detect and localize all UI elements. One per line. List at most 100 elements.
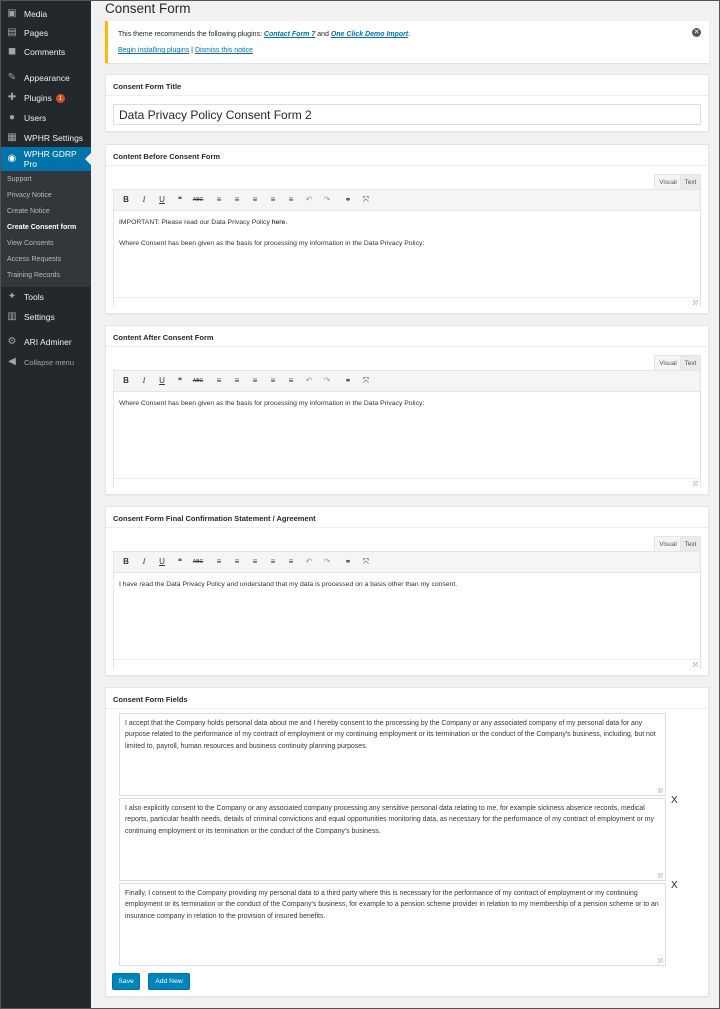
italic-button[interactable]: I <box>137 374 151 388</box>
menu-wphr-settings[interactable]: ▦ WPHR Settings <box>1 128 91 148</box>
bold-button[interactable]: B <box>119 555 133 569</box>
submenu-create-notice[interactable]: Create Notice <box>7 208 50 215</box>
current-menu-arrow <box>85 153 91 165</box>
editor-toolbar: B I U ❝ ABC ≡ ≡ ≡ ≡ ≡ ↶ ↷ ⚭ ⤧ <box>114 190 700 211</box>
align-left-button[interactable]: ≡ <box>248 193 262 207</box>
bullet-list-button[interactable]: ≡ <box>212 193 226 207</box>
box-divider <box>106 165 708 166</box>
redo-button[interactable]: ↷ <box>320 555 334 569</box>
link-button[interactable]: ⚭ <box>341 374 355 388</box>
consent-field-textarea[interactable]: Finally, I consent to the Company provid… <box>119 883 666 966</box>
italic-button[interactable]: I <box>137 193 151 207</box>
align-right-button[interactable]: ≡ <box>284 193 298 207</box>
underline-button[interactable]: U <box>155 555 169 569</box>
tab-visual[interactable]: Visual <box>654 355 682 371</box>
consent-field-textarea[interactable]: I also explicitly consent to the Company… <box>119 798 666 881</box>
tab-text[interactable]: Text <box>680 174 701 190</box>
collapse-menu-button[interactable]: ◀ Collapse menu <box>1 352 91 372</box>
submenu-support[interactable]: Support <box>7 176 32 183</box>
bold-button[interactable]: B <box>119 193 133 207</box>
menu-tools[interactable]: ✦ Tools <box>1 287 91 307</box>
align-left-button[interactable]: ≡ <box>248 555 262 569</box>
tab-visual[interactable]: Visual <box>654 174 682 190</box>
menu-appearance[interactable]: ✎ Appearance <box>1 68 91 88</box>
resize-handle[interactable] <box>658 958 663 963</box>
strikethrough-button[interactable]: ABC <box>191 193 205 207</box>
underline-button[interactable]: U <box>155 374 169 388</box>
editor-content[interactable]: Where Consent has been given as the basi… <box>114 392 700 488</box>
contact-form-7-link[interactable]: Contact Form 7 <box>264 31 315 38</box>
resize-handle[interactable] <box>658 788 663 793</box>
resize-handle[interactable] <box>693 300 698 305</box>
undo-button[interactable]: ↶ <box>302 555 316 569</box>
fullscreen-button[interactable]: ⤧ <box>359 555 373 569</box>
align-right-button[interactable]: ≡ <box>284 374 298 388</box>
menu-comments[interactable]: ◼ Comments <box>1 42 91 62</box>
menu-media[interactable]: ▣ Media <box>1 4 91 24</box>
begin-installing-plugins-link[interactable]: Begin installing plugins <box>118 47 189 54</box>
fullscreen-button[interactable]: ⤧ <box>359 374 373 388</box>
submenu-access-requests[interactable]: Access Requests <box>7 256 61 263</box>
submenu-privacy-notice[interactable]: Privacy Notice <box>7 192 52 199</box>
strikethrough-button[interactable]: ABC <box>191 374 205 388</box>
consent-field-textarea[interactable]: I accept that the Company holds personal… <box>119 713 666 796</box>
menu-wphr-gdrp-pro[interactable]: ◉ WPHR GDRP Pro <box>1 147 91 171</box>
blockquote-button[interactable]: ❝ <box>173 555 187 569</box>
content-before-editor: B I U ❝ ABC ≡ ≡ ≡ ≡ ≡ ↶ ↷ ⚭ ⤧ IMPORTANT:… <box>113 189 701 307</box>
consent-field-text: I accept that the Company holds personal… <box>125 720 656 750</box>
add-new-button[interactable]: Add New <box>148 973 190 990</box>
menu-pages[interactable]: ▤ Pages <box>1 23 91 43</box>
bold-button[interactable]: B <box>119 374 133 388</box>
align-center-button[interactable]: ≡ <box>266 193 280 207</box>
italic-button[interactable]: I <box>137 555 151 569</box>
undo-button[interactable]: ↶ <box>302 193 316 207</box>
tab-visual[interactable]: Visual <box>654 536 682 552</box>
resize-handle[interactable] <box>658 873 663 878</box>
strikethrough-button[interactable]: ABC <box>191 555 205 569</box>
fullscreen-button[interactable]: ⤧ <box>359 193 373 207</box>
bullet-list-button[interactable]: ≡ <box>212 555 226 569</box>
link-button[interactable]: ⚭ <box>341 193 355 207</box>
submenu-training-records[interactable]: Training Records <box>7 272 60 279</box>
numbered-list-button[interactable]: ≡ <box>230 374 244 388</box>
content-after-box: Content After Consent Form Visual Text B… <box>105 325 709 495</box>
one-click-demo-import-link[interactable]: One Click Demo Import <box>331 31 408 38</box>
editor-paragraph: Where Consent has been given as the basi… <box>119 240 425 247</box>
editor-content[interactable]: I have read the Data Privacy Policy and … <box>114 573 700 669</box>
blockquote-button[interactable]: ❝ <box>173 193 187 207</box>
numbered-list-button[interactable]: ≡ <box>230 555 244 569</box>
resize-handle[interactable] <box>693 481 698 486</box>
link-button[interactable]: ⚭ <box>341 555 355 569</box>
tab-text[interactable]: Text <box>680 536 701 552</box>
underline-button[interactable]: U <box>155 193 169 207</box>
privacy-policy-link[interactable]: here <box>272 219 286 226</box>
editor-content[interactable]: IMPORTANT: Please read our Data Privacy … <box>114 211 700 307</box>
final-confirmation-box: Consent Form Final Confirmation Statemen… <box>105 506 709 676</box>
bullet-list-button[interactable]: ≡ <box>212 374 226 388</box>
consent-fields-label: Consent Form Fields <box>113 695 188 704</box>
submenu-create-consent-form[interactable]: Create Consent form <box>7 224 76 231</box>
consent-title-input[interactable]: Data Privacy Policy Consent Form 2 <box>113 104 701 125</box>
redo-button[interactable]: ↷ <box>320 374 334 388</box>
align-center-button[interactable]: ≡ <box>266 555 280 569</box>
menu-users[interactable]: ● Users <box>1 108 91 128</box>
undo-button[interactable]: ↶ <box>302 374 316 388</box>
resize-handle[interactable] <box>693 662 698 667</box>
blockquote-button[interactable]: ❝ <box>173 374 187 388</box>
close-icon[interactable]: ✕ <box>692 28 701 37</box>
remove-field-button[interactable]: X <box>671 795 678 806</box>
menu-settings[interactable]: ▥ Settings <box>1 307 91 327</box>
menu-plugins[interactable]: ✚ Plugins 1 <box>1 88 91 108</box>
numbered-list-button[interactable]: ≡ <box>230 193 244 207</box>
menu-ari-adminer[interactable]: ⚙ ARI Adminer <box>1 332 91 352</box>
align-left-button[interactable]: ≡ <box>248 374 262 388</box>
dismiss-notice-link[interactable]: Dismiss this notice <box>195 47 253 54</box>
save-button[interactable]: Save <box>112 973 140 990</box>
redo-button[interactable]: ↷ <box>320 193 334 207</box>
tab-text[interactable]: Text <box>680 355 701 371</box>
align-right-button[interactable]: ≡ <box>284 555 298 569</box>
submenu-view-consents[interactable]: View Consents <box>7 240 54 247</box>
align-center-button[interactable]: ≡ <box>266 374 280 388</box>
admin-sidebar: ▣ Media ▤ Pages ◼ Comments ✎ Appearance ✚ Plu… <box>1 1 91 1008</box>
remove-field-button[interactable]: X <box>671 880 678 891</box>
